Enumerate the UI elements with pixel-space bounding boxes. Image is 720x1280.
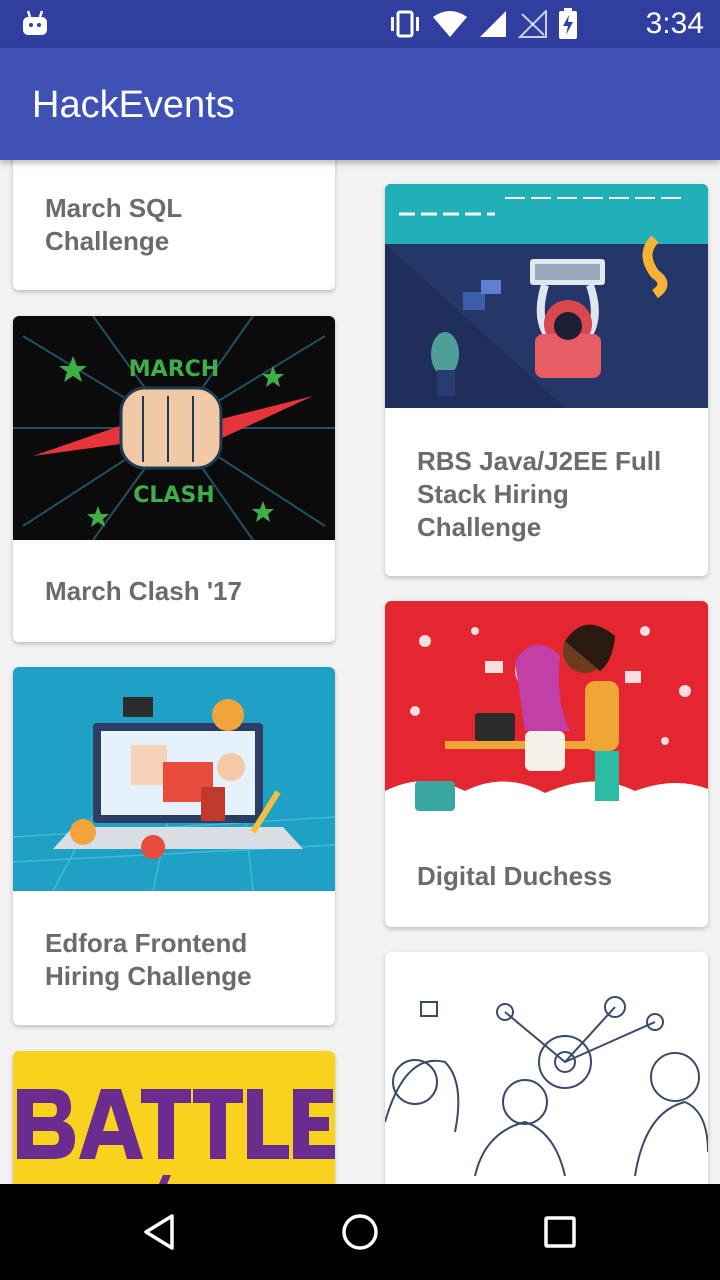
back-icon[interactable] xyxy=(138,1210,182,1254)
event-card-image xyxy=(385,601,708,825)
event-card[interactable] xyxy=(13,1051,335,1184)
app-bar: HackEvents xyxy=(0,48,720,160)
event-card-image: MARCH CLASH xyxy=(13,316,335,540)
battery-charging-icon xyxy=(559,8,577,39)
status-icons xyxy=(388,8,578,40)
event-card-image xyxy=(385,952,708,1176)
event-card[interactable]: March SQL Challenge xyxy=(13,160,335,290)
status-bar: 3:34 xyxy=(0,0,720,48)
app-title: HackEvents xyxy=(32,84,235,126)
event-feed[interactable]: March SQL Challenge RBS Java/J2EE Full S… xyxy=(0,160,720,1184)
signal-icon xyxy=(480,11,506,37)
status-time: 3:34 xyxy=(645,7,704,40)
home-icon[interactable] xyxy=(338,1210,382,1254)
event-card-title: Edfora Frontend Hiring Challenge xyxy=(45,928,252,991)
svg-text:CLASH: CLASH xyxy=(133,483,214,508)
wifi-icon xyxy=(433,11,467,37)
signal-empty-icon xyxy=(518,10,547,38)
event-card-image xyxy=(13,1051,335,1184)
event-card-title: RBS Java/J2EE Full Stack Hiring Challeng… xyxy=(417,446,662,542)
event-card-title: March SQL Challenge xyxy=(45,193,182,256)
event-card[interactable] xyxy=(385,952,708,1184)
event-card[interactable]: Digital Duchess xyxy=(385,601,708,927)
vibrate-icon xyxy=(391,10,419,38)
navigation-bar xyxy=(0,1184,720,1280)
android-icon xyxy=(23,10,47,35)
event-card[interactable]: MARCH CLASH March Clash '17 xyxy=(13,316,335,642)
event-card[interactable]: Edfora Frontend Hiring Challenge xyxy=(13,667,335,1025)
event-card-title: Digital Duchess xyxy=(417,861,613,891)
recents-icon[interactable] xyxy=(538,1210,582,1254)
event-card-title: March Clash '17 xyxy=(45,576,242,606)
event-card[interactable]: RBS Java/J2EE Full Stack Hiring Challeng… xyxy=(385,184,708,576)
event-card-image xyxy=(385,184,708,408)
svg-text:MARCH: MARCH xyxy=(129,357,219,382)
event-card-image xyxy=(13,667,335,891)
